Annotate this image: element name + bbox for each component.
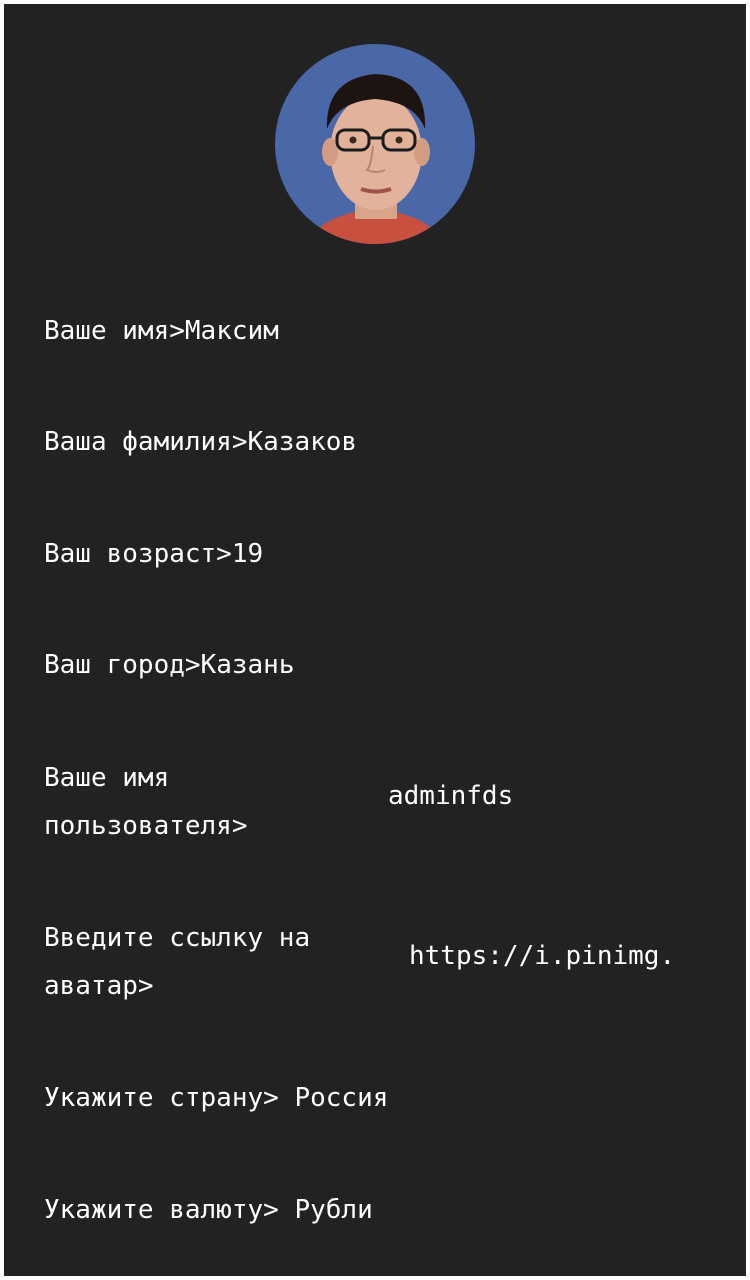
- field-last-name: Ваша фамилия>Казаков: [44, 418, 357, 466]
- field-label: Введите ссылку на аватар>: [44, 923, 311, 1001]
- field-label: Ваш возраст>: [44, 539, 232, 569]
- field-value[interactable]: adminfds: [388, 772, 513, 820]
- field-city: Ваш город>Казань: [44, 641, 294, 689]
- field-country: Укажите страну> Россия: [44, 1074, 388, 1122]
- field-label: Укажите валюту>: [44, 1195, 279, 1225]
- field-label: Ваша фамилия>: [44, 427, 248, 457]
- field-username: Ваше имя пользователя> adminfds: [44, 754, 724, 854]
- field-value[interactable]: Рубли: [294, 1195, 372, 1225]
- field-label: Укажите страну>: [44, 1083, 279, 1113]
- field-currency: Укажите валюту> Рубли: [44, 1186, 373, 1234]
- field-avatar-link: Введите ссылку на аватар> https://i.pini…: [44, 914, 744, 1014]
- field-label: Ваше имя пользователя>: [44, 763, 248, 841]
- field-value[interactable]: Россия: [294, 1083, 388, 1113]
- avatar: [275, 44, 475, 244]
- field-value[interactable]: https://i.pinimg.: [409, 932, 675, 980]
- field-age: Ваш возраст>19: [44, 530, 263, 578]
- field-value[interactable]: Казань: [201, 650, 295, 680]
- field-label: Ваш город>: [44, 650, 201, 680]
- profile-screen: Ваше имя>Максим Ваша фамилия>Казаков Ваш…: [4, 4, 746, 1276]
- field-value[interactable]: Максим: [185, 316, 279, 346]
- user-avatar-photo: [275, 44, 475, 244]
- field-first-name: Ваше имя>Максим: [44, 307, 279, 355]
- field-value[interactable]: Казаков: [248, 427, 358, 457]
- field-value[interactable]: 19: [232, 539, 263, 569]
- field-label: Ваше имя>: [44, 316, 185, 346]
